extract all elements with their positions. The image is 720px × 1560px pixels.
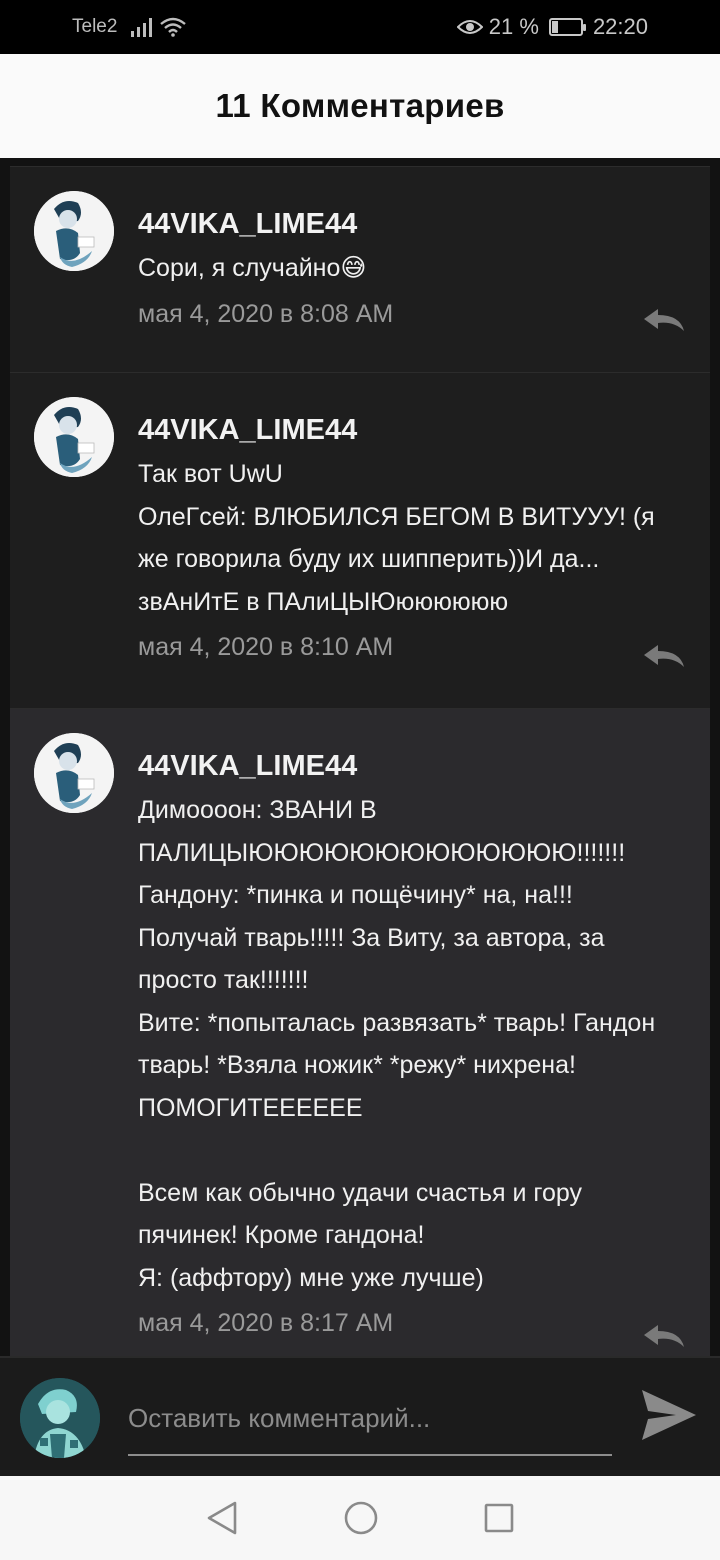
clock: 22:20: [592, 14, 648, 39]
comments-header: 11 Комментариев: [0, 54, 720, 158]
page-title: 11 Комментариев: [215, 87, 505, 124]
comment-date: мая 4, 2020 в 8:10 AM: [138, 633, 394, 661]
recents-square-icon[interactable]: [483, 1502, 515, 1534]
send-icon[interactable]: [640, 1388, 698, 1442]
comment-author[interactable]: 44VIKA_LIME44: [138, 747, 682, 785]
reply-arrow-icon[interactable]: [642, 643, 686, 669]
battery-icon: [548, 18, 586, 36]
comment-input[interactable]: Оставить комментарий...: [128, 1396, 612, 1456]
home-circle-icon[interactable]: [343, 1500, 379, 1536]
system-nav-bar: [0, 1476, 720, 1560]
comment-text: Сори, я случайно😅: [138, 254, 367, 282]
carrier-name: Tele2: [72, 16, 118, 37]
wifi-icon: [160, 17, 187, 37]
comment-author[interactable]: 44VIKA_LIME44: [138, 411, 682, 449]
avatar[interactable]: [34, 397, 114, 477]
my-avatar[interactable]: [20, 1378, 100, 1458]
battery-percent: 21 %: [488, 14, 539, 39]
comment-compose-bar: Оставить комментарий...: [0, 1356, 720, 1476]
avatar[interactable]: [34, 191, 114, 271]
reply-arrow-icon[interactable]: [642, 307, 686, 333]
eye-comfort-icon: [456, 20, 483, 34]
comment-date: мая 4, 2020 в 8:08 AM: [138, 299, 394, 328]
comment-item[interactable]: 44VIKA_LIME44 Сори, я случайно😅 мая 4, 2…: [10, 166, 710, 372]
comment-text: Димоооон: ЗВАНИ В ПАЛИЦЫЮЮЮЮЮЮЮЮЮЮЮЮЮ!!!…: [138, 796, 656, 1292]
comment-input-placeholder: Оставить комментарий...: [128, 1403, 431, 1433]
comment-text: Так вот UwU ОлеГсей: ВЛЮБИЛСЯ БЕГОМ В ВИ…: [138, 460, 655, 616]
avatar[interactable]: [34, 733, 114, 813]
comment-author[interactable]: 44VIKA_LIME44: [138, 205, 682, 243]
status-bar: Tele2 21 % 22:20: [0, 0, 720, 54]
signal-icon: [131, 17, 153, 37]
comment-item[interactable]: 44VIKA_LIME44 Так вот UwU ОлеГсей: ВЛЮБИ…: [10, 372, 710, 708]
comment-item[interactable]: 44VIKA_LIME44 Димоооон: ЗВАНИ В ПАЛИЦЫЮЮ…: [10, 708, 710, 1356]
comment-date: мая 4, 2020 в 8:17 AM: [138, 1309, 394, 1337]
back-triangle-icon[interactable]: [205, 1500, 239, 1536]
comment-list[interactable]: 44VIKA_LIME44 Сори, я случайно😅 мая 4, 2…: [0, 158, 720, 1356]
reply-arrow-icon[interactable]: [642, 1323, 686, 1349]
